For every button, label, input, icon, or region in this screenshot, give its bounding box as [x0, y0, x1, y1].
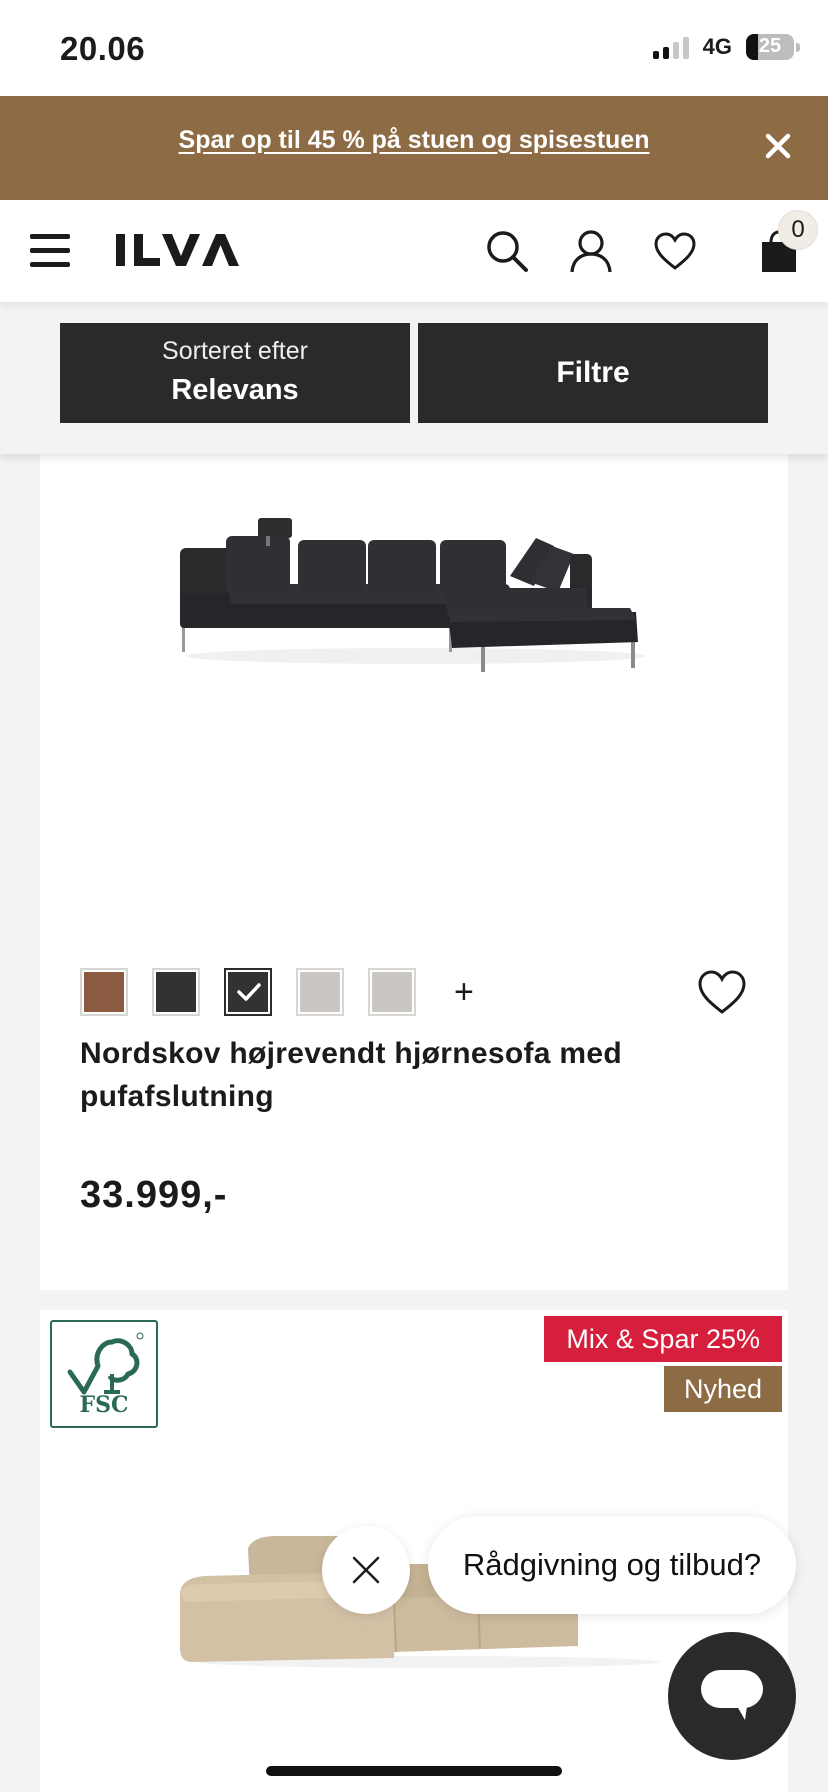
sort-button[interactable]: Sorteret efter Relevans [60, 323, 410, 423]
mix-spar-badge: Mix & Spar 25% [544, 1316, 782, 1362]
product-price: 33.999,- [80, 1174, 228, 1216]
close-icon[interactable] [758, 126, 798, 166]
checkmark-icon [237, 983, 261, 1001]
home-indicator[interactable] [266, 1766, 562, 1776]
promo-link[interactable]: Spar op til 45 % på stuen og spisestuen [0, 126, 828, 155]
color-swatch-selected[interactable] [224, 968, 272, 1016]
color-swatch-light-grey-2[interactable] [368, 968, 416, 1016]
new-badge: Nyhed [663, 1366, 782, 1412]
color-swatch-brown[interactable] [80, 968, 128, 1016]
fsc-certification-badge: FSC [50, 1320, 158, 1428]
color-swatch-light-grey[interactable] [296, 968, 344, 1016]
chat-prompt-bubble[interactable]: Rådgivning og tilbud? [428, 1516, 796, 1614]
chat-launcher-button[interactable] [668, 1632, 796, 1760]
sort-label: Sorteret efter [162, 337, 308, 365]
filter-button[interactable]: Filtre [418, 323, 768, 423]
site-header [0, 200, 828, 302]
chat-icon [701, 1670, 763, 1720]
product-image-corner-sofa[interactable] [176, 516, 656, 676]
wishlist-heart-icon[interactable] [696, 968, 748, 1016]
sort-value: Relevans [171, 374, 299, 406]
cart-count-badge: 0 [778, 210, 818, 250]
signal-icon [652, 35, 689, 59]
more-colors-button[interactable]: + [454, 968, 474, 1016]
status-bar: 20.06 4G 25 [0, 0, 828, 96]
fsc-label: FSC [79, 1392, 129, 1418]
status-indicators: 4G 25 [652, 34, 800, 60]
battery-level: 25 [758, 35, 782, 57]
close-icon [352, 1556, 380, 1584]
promo-banner: Spar op til 45 % på stuen og spisestuen [0, 96, 828, 200]
color-swatch-dark-grey[interactable] [152, 968, 200, 1016]
product-title[interactable]: Nordskov højrevendt hjørnesofa med pufaf… [80, 1032, 700, 1118]
sort-filter-bar: Sorteret efter Relevans Filtre [0, 302, 828, 454]
ilva-logo[interactable] [116, 230, 240, 270]
chat-dismiss-button[interactable] [322, 1526, 410, 1614]
battery-icon: 25 [746, 34, 800, 60]
product-card[interactable]: + Nordskov højrevendt hjørnesofa med puf… [40, 454, 788, 1290]
status-time: 20.06 [60, 30, 146, 67]
menu-icon[interactable] [30, 234, 70, 268]
network-type: 4G [702, 34, 732, 59]
search-icon[interactable] [484, 228, 530, 274]
heart-icon[interactable] [652, 228, 698, 274]
account-icon[interactable] [568, 228, 614, 274]
color-swatches: + [80, 968, 474, 1016]
